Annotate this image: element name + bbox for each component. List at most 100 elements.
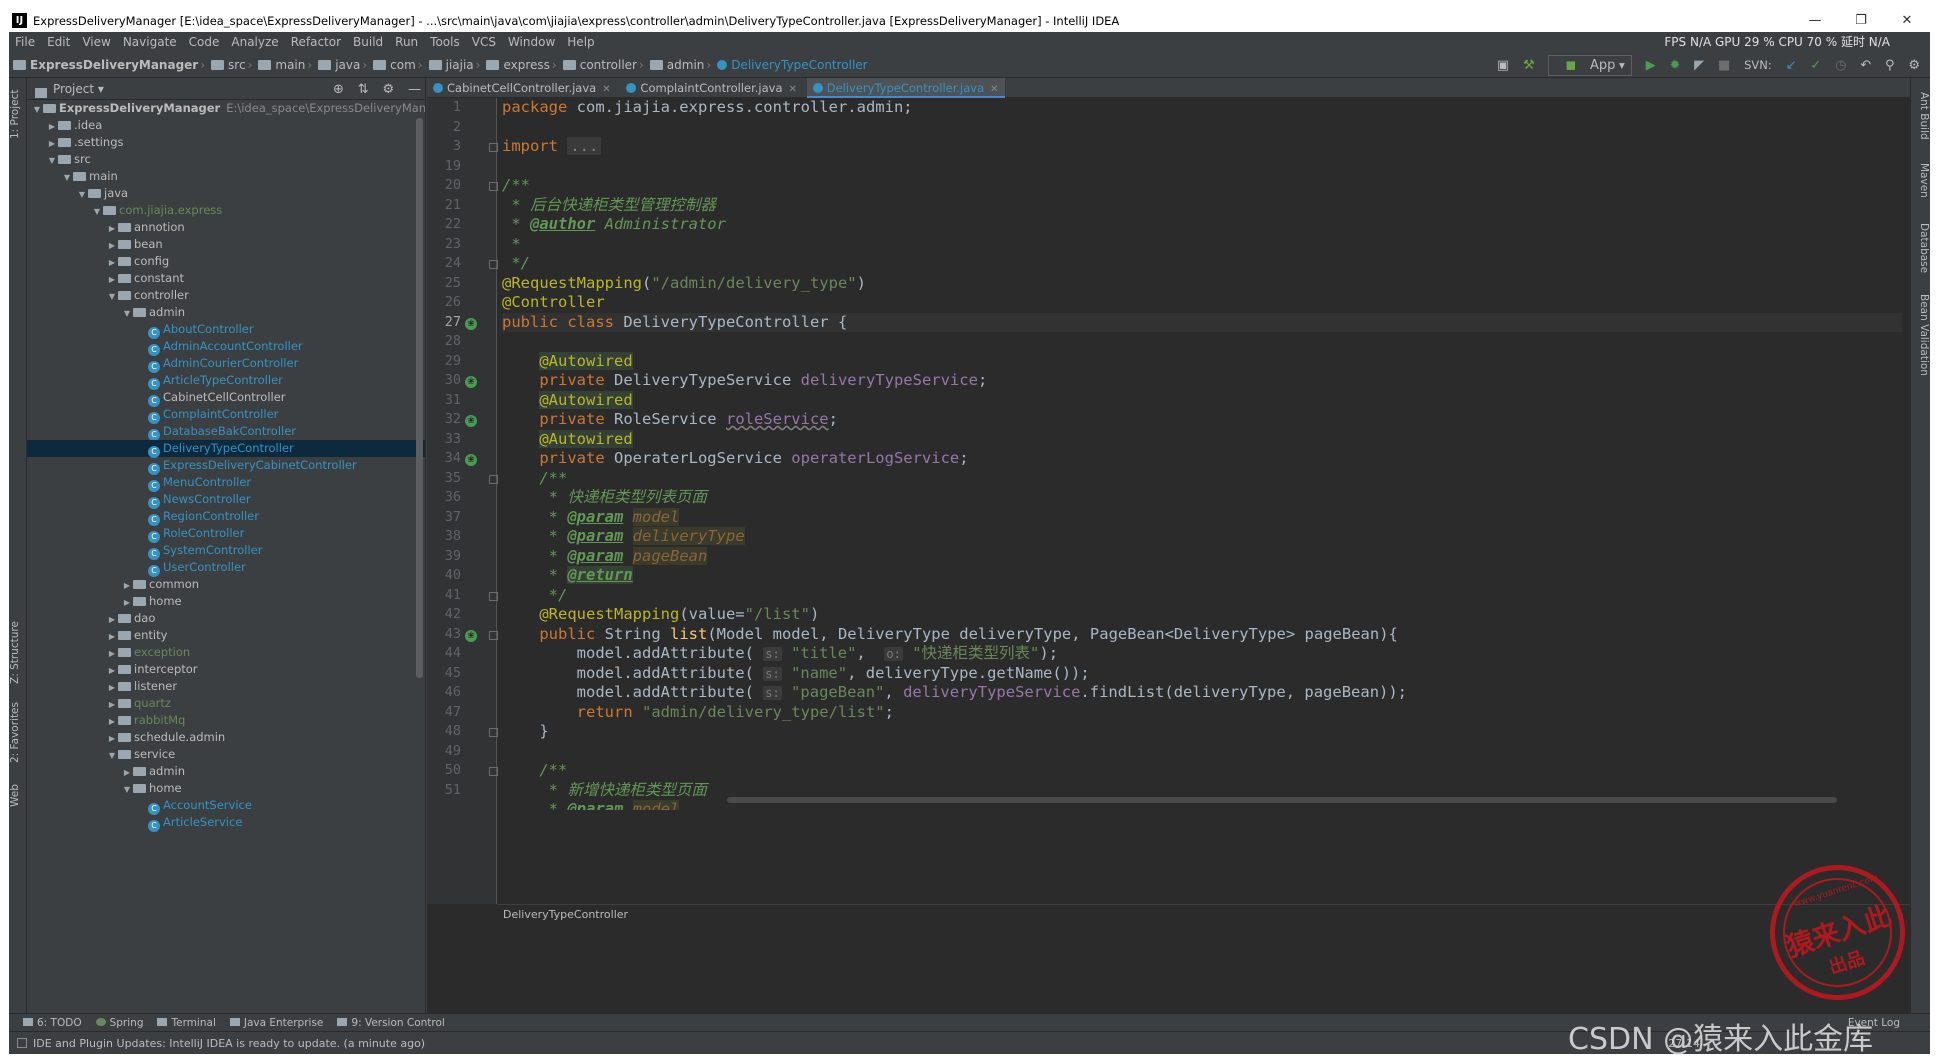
svn-update-icon[interactable]: ↙ [1786, 53, 1797, 78]
expand-arrow-closed-icon[interactable]: ▶ [106, 254, 118, 271]
tree-folder-item[interactable]: ▶ schedule.admin [27, 729, 425, 747]
expand-arrow-closed-icon[interactable]: ▶ [46, 135, 58, 152]
tree-class-item[interactable]: C DatabaseBakController [27, 423, 425, 441]
tree-folder-item[interactable]: ▶ entity [27, 627, 425, 644]
menu-navigate[interactable]: Navigate [117, 32, 183, 53]
coverage-icon[interactable]: ◤ [1694, 53, 1704, 78]
menu-help[interactable]: Help [561, 32, 600, 53]
breadcrumb-controller[interactable]: controller [559, 53, 637, 78]
fold-marker-icon[interactable] [489, 260, 498, 269]
hide-icon[interactable]: — [408, 79, 421, 101]
expand-arrow-closed-icon[interactable]: ▶ [106, 220, 118, 237]
menu-code[interactable]: Code [183, 32, 226, 53]
tool-tab-terminal[interactable]: Terminal [143, 1014, 216, 1032]
expand-arrow-open-icon[interactable]: ▼ [61, 169, 73, 186]
menu-file[interactable]: File [9, 32, 41, 53]
tab-complaint-controller[interactable]: ComplaintController.java ✕ [620, 78, 802, 98]
project-structure-icon[interactable]: ▣ [1497, 53, 1509, 78]
fold-marker-icon[interactable] [489, 767, 498, 776]
expand-arrow-closed-icon[interactable]: ▶ [106, 713, 118, 730]
tree-class-item[interactable]: C AboutController [27, 321, 425, 339]
tree-class-item[interactable]: C AdminCourierController [27, 355, 425, 373]
expand-arrow-closed-icon[interactable]: ▶ [106, 696, 118, 713]
expand-arrow-closed-icon[interactable]: ▶ [106, 662, 118, 679]
tree-folder-item[interactable]: ▼ main [27, 168, 425, 186]
spring-bean-gutter-icon[interactable]: ❀ [465, 454, 477, 466]
tree-class-item[interactable]: C CabinetCellController [27, 389, 425, 407]
expand-arrow-closed-icon[interactable]: ▶ [106, 271, 118, 288]
project-view-select[interactable]: Project ▾ [27, 82, 104, 96]
tree-folder-item[interactable]: ▶ home [27, 593, 425, 611]
expand-arrow-open-icon[interactable]: ▼ [106, 747, 118, 764]
expand-arrow-open-icon[interactable]: ▼ [91, 203, 103, 220]
tool-tab-maven[interactable]: Maven [1910, 158, 1930, 203]
expand-arrow-closed-icon[interactable]: ▶ [46, 118, 58, 135]
tree-folder-item[interactable]: ▼ home [27, 780, 425, 798]
expand-arrow-open-icon[interactable]: ▼ [31, 101, 43, 118]
svn-commit-icon[interactable]: ✓ [1810, 53, 1821, 78]
tree-folder-item[interactable]: ▶ interceptor [27, 661, 425, 679]
tree-folder-item[interactable]: ▼ service [27, 746, 425, 764]
tree-folder-item[interactable]: ▶ rabbitMq [27, 712, 425, 730]
fold-marker-icon[interactable] [489, 182, 498, 191]
tree-class-item[interactable]: C SystemController [27, 542, 425, 560]
tree-folder-item[interactable]: ▼ java [27, 185, 425, 203]
tool-tab-web[interactable]: Web [9, 778, 27, 814]
tree-class-item[interactable]: C MenuController [27, 474, 425, 492]
collapse-all-icon[interactable]: ⇅ [358, 79, 369, 101]
expand-arrow-closed-icon[interactable]: ▶ [121, 594, 133, 611]
tree-class-item[interactable]: C ComplaintController [27, 406, 425, 424]
tree-folder-item[interactable]: ▼ src [27, 151, 425, 169]
tree-folder-item[interactable]: ▶ admin [27, 763, 425, 780]
expand-arrow-open-icon[interactable]: ▼ [76, 186, 88, 203]
tree-class-item[interactable]: C DeliveryTypeController [27, 440, 425, 458]
tab-delivery-type-controller[interactable]: DeliveryTypeController.java ✕ [806, 78, 1005, 98]
debug-icon[interactable]: ✹ [1669, 53, 1680, 78]
stop-icon[interactable]: ■ [1718, 53, 1730, 78]
tool-tab-version-control[interactable]: 9: Version Control [323, 1014, 445, 1032]
breadcrumb-src[interactable]: src [207, 53, 246, 78]
tree-folder-item[interactable]: ▶ bean [27, 236, 425, 254]
expand-arrow-closed-icon[interactable]: ▶ [106, 237, 118, 254]
fold-marker-icon[interactable] [489, 630, 498, 640]
menu-build[interactable]: Build [347, 32, 389, 53]
fold-marker-icon[interactable] [489, 474, 498, 484]
minimize-icon[interactable]: — [1792, 10, 1838, 32]
close-tab-icon[interactable]: ✕ [990, 84, 998, 95]
tool-tab-todo[interactable]: 6: TODO [9, 1014, 82, 1032]
settings-icon[interactable]: ⚙ [1908, 53, 1920, 78]
close-tab-icon[interactable]: ✕ [602, 84, 610, 95]
editor-breadcrumb[interactable]: DeliveryTypeController [497, 904, 1927, 923]
tree-folder-item[interactable]: ▼ ExpressDeliveryManager E:\idea_space\Exp… [27, 100, 425, 118]
menu-view[interactable]: View [76, 32, 116, 53]
expand-arrow-closed-icon[interactable]: ▶ [121, 577, 133, 594]
breadcrumb-main[interactable]: main [254, 53, 305, 78]
tree-folder-item[interactable]: ▼ admin [27, 304, 425, 321]
menu-edit[interactable]: Edit [41, 32, 76, 53]
expand-arrow-open-icon[interactable]: ▼ [46, 152, 58, 169]
tree-class-item[interactable]: C AccountService [27, 797, 425, 815]
tool-tab-ant-build[interactable]: Ant Build [1910, 88, 1930, 144]
tool-tab-java-enterprise[interactable]: Java Enterprise [216, 1014, 323, 1032]
fold-marker-icon[interactable] [489, 143, 498, 152]
tree-class-item[interactable]: C ArticleTypeController [27, 372, 425, 390]
expand-arrow-closed-icon[interactable]: ▶ [106, 730, 118, 747]
tree-folder-item[interactable]: ▶ exception [27, 644, 425, 661]
expand-arrow-open-icon[interactable]: ▼ [121, 781, 133, 798]
tree-folder-item[interactable]: ▶ config [27, 253, 425, 271]
spring-bean-gutter-icon[interactable]: ❀ [465, 317, 477, 330]
breadcrumb-project[interactable]: ExpressDeliveryManager [9, 53, 198, 78]
breadcrumb-java[interactable]: java [314, 53, 360, 78]
tool-tab-spring[interactable]: Spring [82, 1014, 143, 1032]
spring-bean-gutter-icon[interactable]: ❀ [465, 415, 477, 427]
build-hammer-icon[interactable]: ⚒ [1523, 53, 1535, 78]
expand-arrow-closed-icon[interactable]: ▶ [106, 679, 118, 696]
tree-class-item[interactable]: C UserController [27, 559, 425, 577]
tree-class-item[interactable]: C ArticleService [27, 814, 425, 832]
close-tab-icon[interactable]: ✕ [789, 84, 797, 95]
tree-folder-item[interactable]: ▶ .settings [27, 134, 425, 152]
run-config-select[interactable]: ◼ App ▾ [1548, 55, 1632, 76]
breadcrumb-express[interactable]: express [482, 53, 550, 78]
tree-class-item[interactable]: C RoleController [27, 525, 425, 543]
project-scrollbar[interactable] [416, 118, 423, 678]
